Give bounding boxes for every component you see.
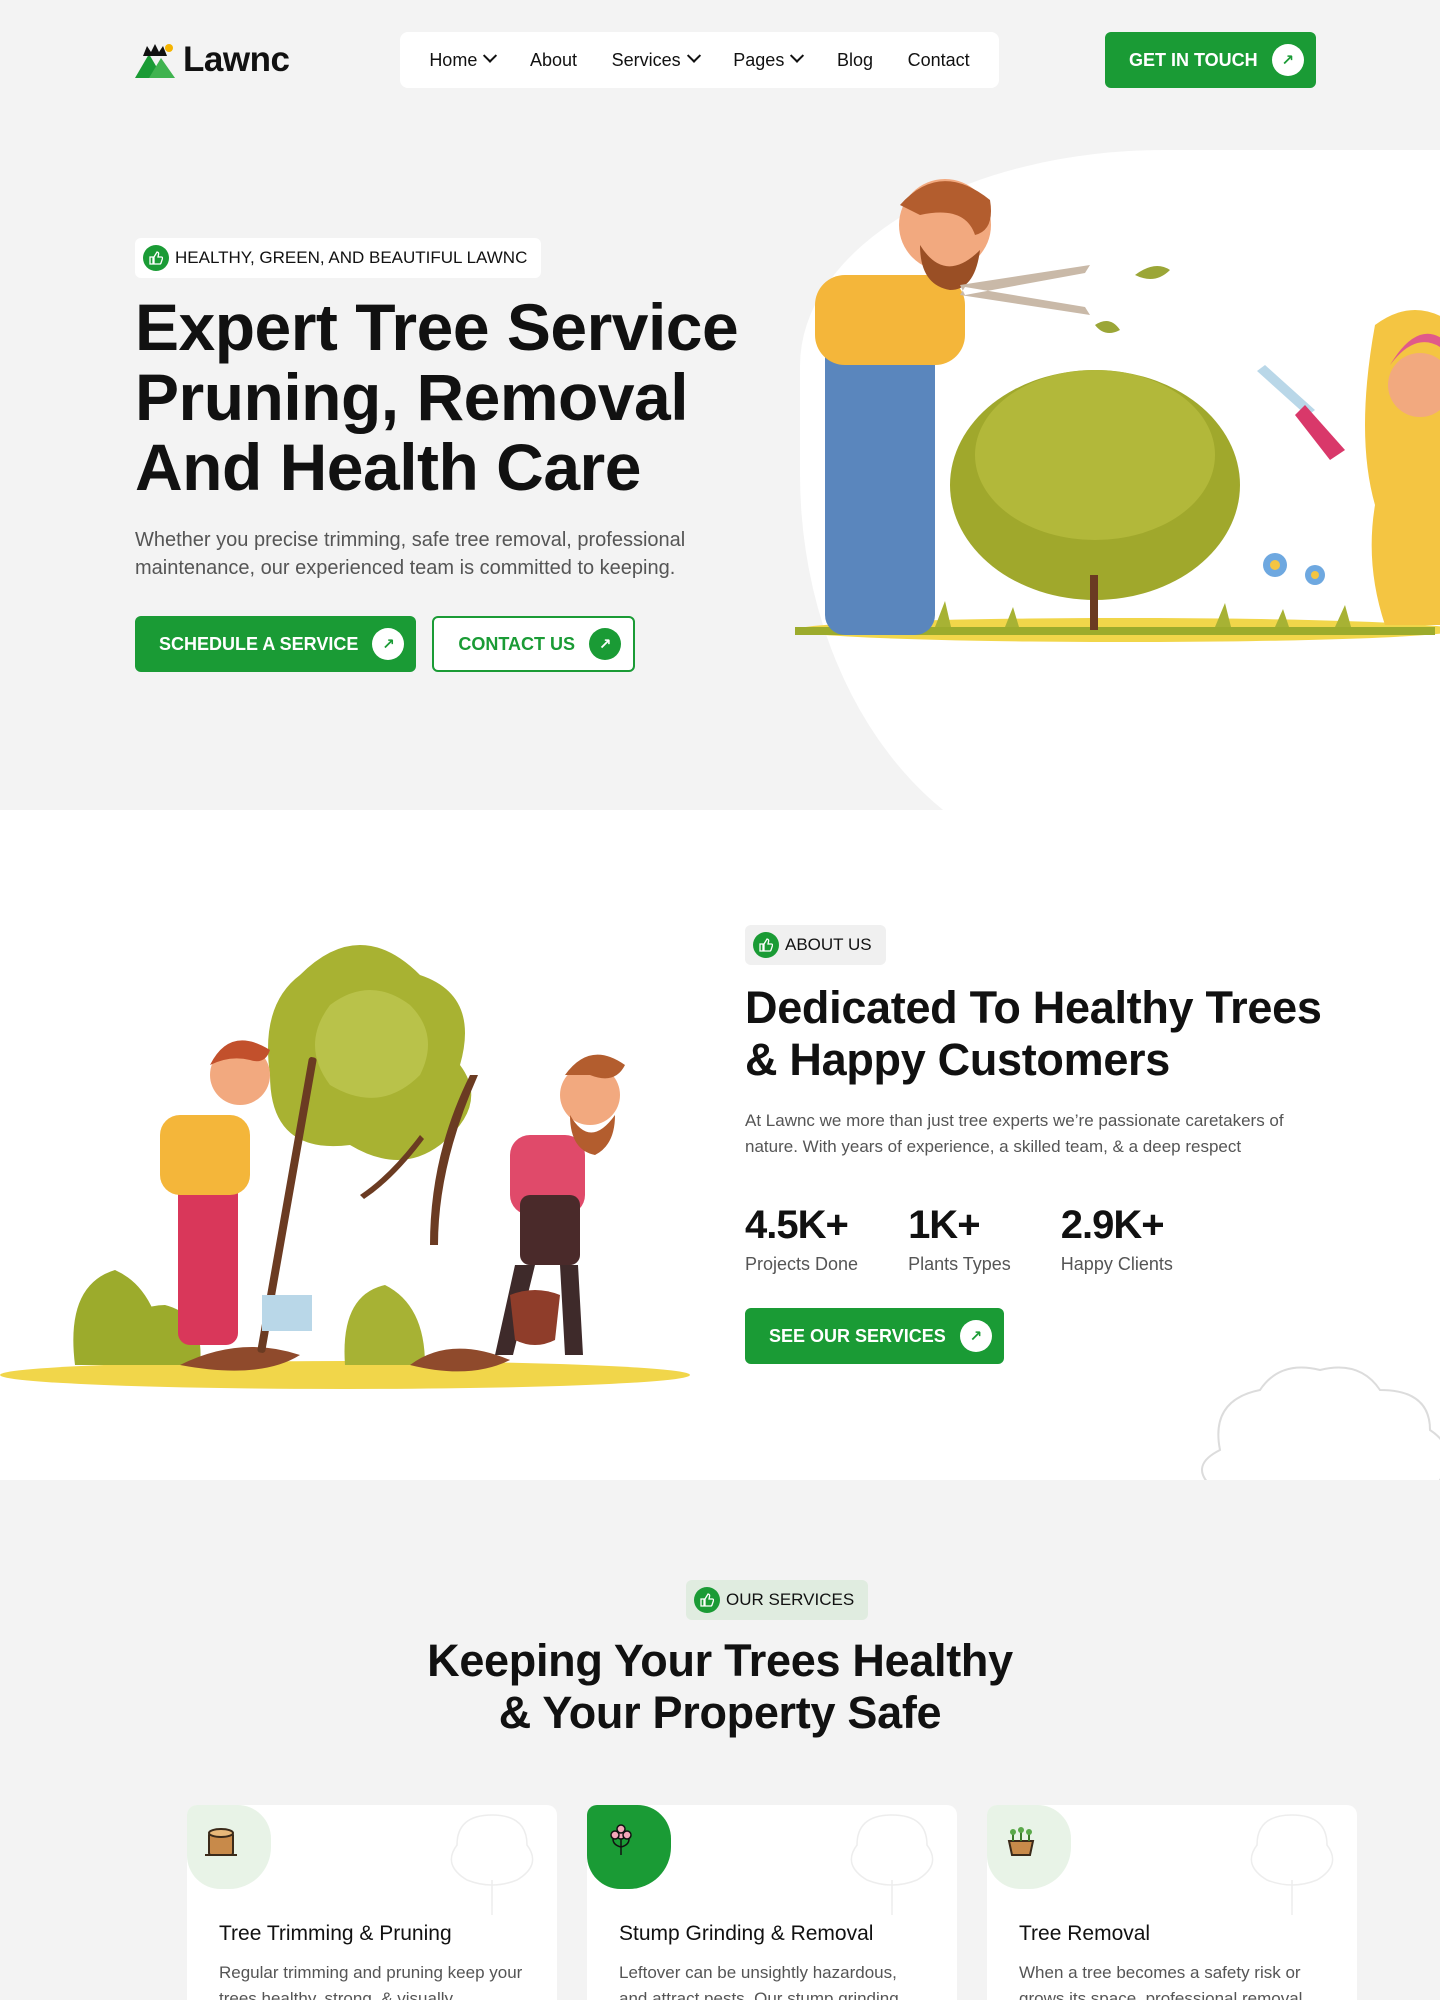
button-label: SCHEDULE A SERVICE — [159, 633, 359, 654]
service-card-tree-trimming[interactable]: Tree Trimming & Pruning Regular trimming… — [187, 1805, 557, 2000]
hero-buttons: SCHEDULE A SERVICE ↗ CONTACT US ↗ — [135, 616, 636, 672]
flower-icon — [610, 1824, 632, 1855]
hero-section: Lawnc Home About Services Pages Blog Con… — [0, 0, 1440, 810]
stat-label: Happy Clients — [1060, 1254, 1173, 1274]
tree-outline-decoration-icon — [850, 1814, 934, 1915]
button-label: CONTACT US — [458, 633, 576, 654]
planter-icon — [1007, 1827, 1035, 1856]
services-tag: OUR SERVICES — [686, 1580, 869, 1620]
stats-row: 4.5K+ Projects Done 1K+ Plants Types 2.9… — [745, 1203, 1173, 1275]
stat-clients: 2.9K+ Happy Clients — [1061, 1203, 1173, 1275]
hero-title: Expert Tree Service Pruning, Removal And… — [135, 292, 775, 502]
gardeners-planting-tree-illustration — [0, 945, 690, 1389]
thumbs-up-icon — [143, 245, 169, 271]
card-title: Tree Trimming & Pruning — [219, 1922, 452, 1945]
stat-projects: 4.5K+ Projects Done — [745, 1203, 858, 1275]
logo[interactable]: Lawnc — [135, 40, 290, 80]
about-title-line: & Happy Customers — [745, 1034, 1170, 1085]
stat-label: Projects Done — [745, 1254, 859, 1274]
arrow-up-right-icon: ↗ — [1271, 44, 1304, 76]
arrow-up-right-icon: ↗ — [589, 628, 622, 660]
button-label: GET IN TOUCH — [1129, 49, 1258, 70]
services-title-line: Keeping Your Trees Healthy — [427, 1635, 1013, 1686]
nav-item-contact[interactable]: Contact — [908, 50, 970, 71]
gardener-trimming-bush-illustration — [795, 179, 1440, 642]
services-title-line: & Your Property Safe — [498, 1687, 942, 1738]
hero-tag: HEALTHY, GREEN, AND BEAUTIFUL LAWNC — [135, 238, 542, 278]
tree-outline-decoration-icon — [450, 1814, 534, 1915]
button-label: SEE OUR SERVICES — [769, 1325, 946, 1346]
stat-label: Plants Types — [908, 1254, 1011, 1274]
tree-outline-decoration-icon — [1250, 1814, 1334, 1915]
nav-label: Pages — [733, 49, 785, 70]
about-tag: ABOUT US — [745, 925, 886, 965]
stat-plants: 1K+ Plants Types — [908, 1203, 1011, 1275]
hero-title-line: Pruning, Removal — [135, 360, 689, 434]
nav-label: Blog — [836, 49, 873, 70]
main-nav: Home About Services Pages Blog Contact — [400, 32, 999, 88]
nav-label: Services — [611, 49, 681, 70]
chevron-down-icon — [686, 48, 701, 63]
service-card-tree-removal[interactable]: Tree Removal When a tree becomes a safet… — [987, 1805, 1357, 2000]
tag-label: HEALTHY, GREEN, AND BEAUTIFUL LAWNC — [175, 248, 528, 267]
services-title: Keeping Your Trees Healthy & Your Proper… — [0, 1635, 1440, 1739]
stat-value: 4.5K+ — [745, 1203, 849, 1247]
about-title: Dedicated To Healthy Trees & Happy Custo… — [745, 982, 1365, 1086]
schedule-service-button[interactable]: SCHEDULE A SERVICE ↗ — [135, 616, 417, 672]
hero-title-line: And Health Care — [135, 430, 641, 504]
contact-us-button[interactable]: CONTACT US ↗ — [432, 616, 636, 672]
arrow-up-right-icon: ↗ — [372, 628, 405, 660]
thumbs-up-icon — [753, 932, 779, 958]
nav-item-services[interactable]: Services — [611, 48, 701, 71]
card-title: Tree Removal — [1019, 1922, 1151, 1945]
logo-text: Lawnc — [183, 40, 290, 79]
service-cards: Tree Trimming & Pruning Regular trimming… — [187, 1805, 1357, 2000]
card-description: Regular trimming and pruning keep your t… — [219, 1963, 523, 2000]
nav-label: About — [529, 49, 577, 70]
tree-stump-icon — [205, 1828, 237, 1856]
arrow-up-right-icon: ↗ — [959, 1320, 992, 1352]
nav-label: Home — [429, 49, 478, 70]
get-in-touch-button[interactable]: GET IN TOUCH ↗ — [1105, 32, 1316, 88]
tag-label: OUR SERVICES — [726, 1590, 855, 1609]
card-description: When a tree becomes a safety risk or gro… — [1019, 1963, 1303, 2000]
about-description: At Lawnc we more than just tree experts … — [745, 1111, 1284, 1156]
tag-label: ABOUT US — [785, 935, 872, 954]
card-title: Stump Grinding & Removal — [619, 1922, 874, 1945]
stat-value: 2.9K+ — [1060, 1203, 1165, 1247]
service-card-stump-grinding[interactable]: Stump Grinding & Removal Leftover can be… — [587, 1805, 957, 2000]
services-section: OUR SERVICES Keeping Your Trees Healthy … — [0, 1480, 1440, 2000]
see-our-services-button[interactable]: SEE OUR SERVICES ↗ — [745, 1308, 1004, 1364]
hero-title-line: Expert Tree Service — [135, 290, 739, 364]
hero-description: Whether you precise trimming, safe tree … — [135, 529, 686, 579]
chevron-down-icon — [483, 48, 498, 63]
nav-item-blog[interactable]: Blog — [837, 50, 873, 71]
site-header: Lawnc Home About Services Pages Blog Con… — [0, 0, 1440, 120]
chevron-down-icon — [790, 48, 805, 63]
nav-item-pages[interactable]: Pages — [733, 48, 805, 71]
nav-item-about[interactable]: About — [530, 50, 577, 71]
stat-value: 1K+ — [908, 1203, 980, 1247]
about-title-line: Dedicated To Healthy Trees — [745, 982, 1322, 1033]
thumbs-up-icon — [694, 1587, 720, 1613]
nav-item-home[interactable]: Home — [429, 48, 498, 71]
nav-label: Contact — [907, 49, 970, 70]
logo-icon — [135, 44, 175, 78]
card-description: Leftover can be unsightly hazardous, and… — [619, 1963, 899, 2000]
